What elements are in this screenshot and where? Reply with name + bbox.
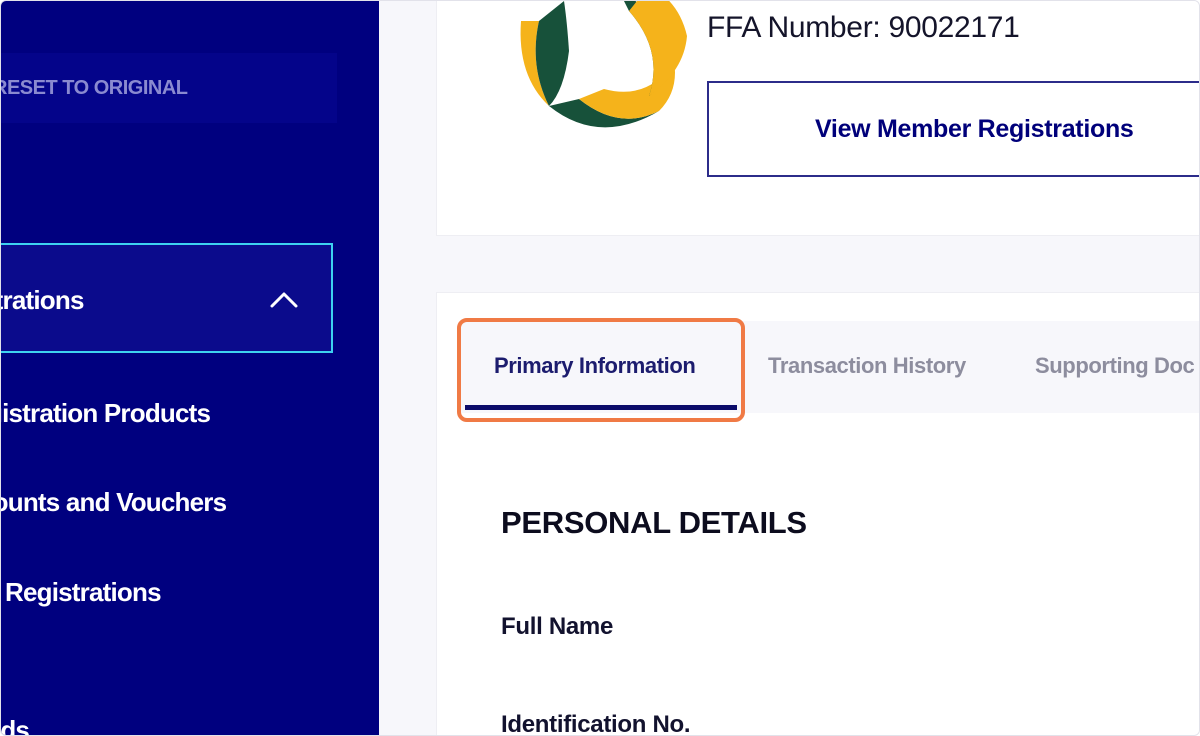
sidebar-item-registrations[interactable]: Registrations xyxy=(5,577,162,608)
field-label-identification-no: Identification No. xyxy=(501,711,691,736)
reset-label: RESET TO ORIGINAL xyxy=(1,76,188,99)
chevron-up-icon[interactable] xyxy=(267,287,301,311)
sidebar-group-label: strations xyxy=(1,285,84,315)
view-member-registrations-label: View Member Registrations xyxy=(815,114,1134,143)
app-window: RESET TO ORIGINAL strations gistration P… xyxy=(0,0,1200,736)
section-title: PERSONAL DETAILS xyxy=(501,505,807,540)
ffa-number: FFA Number: 90022171 xyxy=(707,11,1020,44)
sidebar-item-cut-off[interactable]: rds xyxy=(1,715,30,735)
sidebar-group-registrations[interactable]: strations xyxy=(1,243,333,353)
sidebar: RESET TO ORIGINAL strations gistration P… xyxy=(1,1,379,735)
field-label-full-name: Full Name xyxy=(501,613,613,640)
highlight-box xyxy=(457,318,745,422)
sidebar-item-registration-products[interactable]: gistration Products xyxy=(1,398,211,429)
tab-transaction-history[interactable]: Transaction History xyxy=(768,353,966,379)
tab-supporting-documents[interactable]: Supporting Doc xyxy=(1035,353,1195,379)
sidebar-item-discounts-vouchers[interactable]: counts and Vouchers xyxy=(1,487,227,518)
reset-to-original-button[interactable]: RESET TO ORIGINAL xyxy=(1,53,337,123)
football-federation-logo xyxy=(520,1,687,128)
view-member-registrations-button[interactable]: View Member Registrations xyxy=(707,81,1199,177)
